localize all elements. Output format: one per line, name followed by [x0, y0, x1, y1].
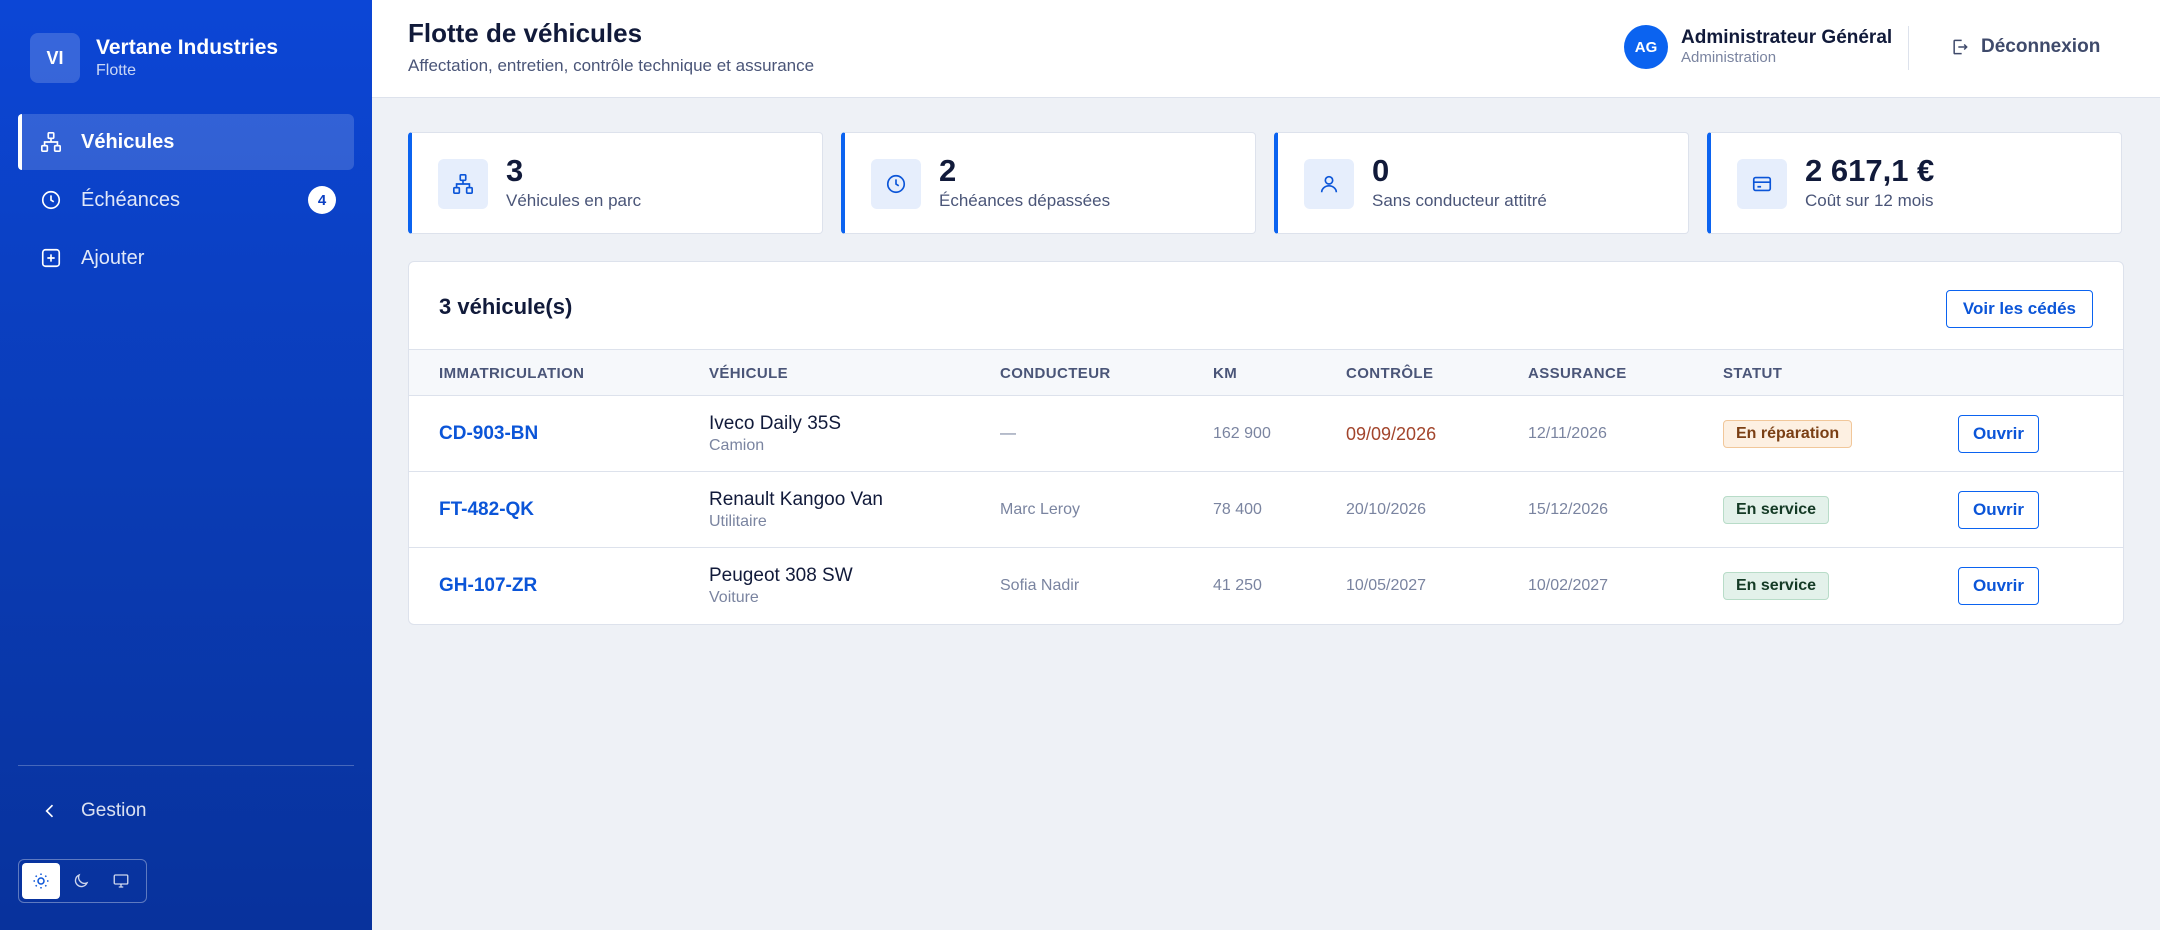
column-header[interactable]: VÉHICULE	[709, 365, 788, 382]
plate-link[interactable]: CD-903-BN	[439, 423, 538, 445]
table-row: GH-107-ZR Peugeot 308 SW Voiture Sofia N…	[409, 548, 2123, 624]
insurance-date: 12/11/2026	[1528, 425, 1607, 442]
stat-card-cout: 2 617,1 € Coût sur 12 mois	[1707, 132, 2122, 234]
clock-icon	[886, 174, 906, 194]
mileage: 162 900	[1213, 425, 1271, 442]
control-date: 20/10/2026	[1346, 501, 1427, 518]
echeances-count-badge: 4	[308, 186, 336, 214]
theme-system-button[interactable]	[102, 863, 140, 899]
vehicle-type: Camion	[709, 437, 765, 454]
sidebar-item-echeances[interactable]: Échéances 4	[18, 172, 354, 228]
column-header[interactable]: STATUT	[1723, 365, 1782, 382]
theme-switcher	[18, 859, 147, 903]
driver-name: Marc Leroy	[1000, 501, 1081, 518]
logout-label: Déconnexion	[1981, 36, 2101, 57]
insurance-date: 10/02/2027	[1528, 577, 1609, 594]
logout-icon	[1953, 39, 1968, 55]
mileage: 41 250	[1213, 577, 1262, 594]
sidebar-item-label: Ajouter	[81, 246, 145, 269]
user-profile[interactable]: AG Administrateur Général Administration	[1624, 25, 1892, 69]
sidebar-item-vehicules[interactable]: Véhicules	[18, 114, 354, 170]
stat-label: Échéances dépassées	[939, 191, 1111, 210]
stat-card-vehicules: 3 Véhicules en parc	[408, 132, 823, 234]
chevron-left-icon	[45, 804, 54, 818]
moon-icon	[74, 873, 89, 888]
stat-value: 0	[1372, 153, 1390, 188]
table-row: FT-482-QK Renault Kangoo Van Utilitaire …	[409, 472, 2123, 548]
vehicle-model: Renault Kangoo Van	[709, 489, 883, 510]
stat-label: Coût sur 12 mois	[1805, 191, 1934, 210]
control-date: 10/05/2027	[1346, 577, 1427, 594]
vehicles-table-card: 3 véhicule(s) Voir les cédés IMMATRICULA…	[408, 261, 2124, 625]
card-icon	[1752, 176, 1772, 192]
logout-button[interactable]: Déconnexion	[1950, 36, 2100, 58]
insurance-date: 15/12/2026	[1528, 501, 1609, 518]
sidebar: VI Vertane Industries Flotte Véhicules É…	[0, 0, 372, 930]
top-bar: Flotte de véhicules Affectation, entreti…	[372, 0, 2160, 98]
page-title: Flotte de véhicules	[408, 18, 643, 48]
clock-icon	[41, 190, 61, 210]
page-subtitle: Affectation, entretien, contrôle techniq…	[408, 56, 815, 75]
table-row: CD-903-BN Iveco Daily 35S Camion — 162 9…	[409, 396, 2123, 472]
column-header[interactable]: ASSURANCE	[1528, 365, 1627, 382]
driver-name: Sofia Nadir	[1000, 577, 1080, 594]
fleet-icon	[41, 132, 61, 152]
fleet-icon	[453, 174, 473, 194]
vehicle-type: Utilitaire	[709, 513, 767, 530]
vehicle-model: Peugeot 308 SW	[709, 565, 853, 586]
vehicle-model: Iveco Daily 35S	[709, 413, 842, 434]
table-title: 3 véhicule(s)	[439, 294, 573, 319]
sun-icon	[33, 873, 49, 889]
open-button[interactable]: Ouvrir	[1958, 415, 2040, 453]
table-header: IMMATRICULATION VÉHICULE CONDUCTEUR KM C…	[409, 349, 2123, 396]
column-header[interactable]: IMMATRICULATION	[439, 365, 584, 382]
column-header[interactable]: CONDUCTEUR	[1000, 365, 1111, 382]
stats-row: 3 Véhicules en parc 2 Échéances dépassée…	[408, 132, 2122, 234]
monitor-icon	[113, 874, 129, 888]
plate-link[interactable]: FT-482-QK	[439, 499, 534, 521]
stat-card-sans-conducteur: 0 Sans conducteur attitré	[1274, 132, 1689, 234]
stat-value: 3	[506, 153, 524, 188]
vehicle-type: Voiture	[709, 589, 759, 606]
status-badge: En service	[1723, 496, 1830, 524]
brand: VI Vertane Industries Flotte	[30, 33, 278, 83]
brand-name: Vertane Industries	[96, 36, 279, 59]
column-header[interactable]: CONTRÔLE	[1346, 365, 1433, 382]
view-ceded-button[interactable]: Voir les cédés	[1945, 290, 2093, 328]
sidebar-nav: Véhicules Échéances 4 Ajouter	[18, 114, 354, 288]
open-button[interactable]: Ouvrir	[1958, 567, 2040, 605]
user-role: Administration	[1681, 49, 1777, 66]
plus-square-icon	[41, 248, 61, 268]
column-header[interactable]: KM	[1213, 365, 1237, 382]
control-date-overdue: 09/09/2026	[1346, 423, 1437, 444]
status-badge: En service	[1723, 572, 1830, 600]
stat-label: Sans conducteur attitré	[1372, 191, 1547, 210]
header-divider	[1908, 26, 1909, 70]
user-name: Administrateur Général	[1681, 27, 1893, 48]
stat-value: 2 617,1 €	[1805, 153, 1935, 188]
sidebar-item-label: Échéances	[81, 188, 180, 211]
avatar: AG	[1624, 25, 1668, 69]
open-button[interactable]: Ouvrir	[1958, 491, 2040, 529]
user-icon	[1320, 175, 1338, 193]
stat-card-echeances: 2 Échéances dépassées	[841, 132, 1256, 234]
brand-logo: VI	[30, 33, 80, 83]
sidebar-item-ajouter[interactable]: Ajouter	[18, 230, 354, 286]
theme-light-button[interactable]	[22, 863, 60, 899]
brand-subtitle: Flotte	[96, 62, 137, 79]
status-badge: En réparation	[1723, 420, 1853, 448]
stat-value: 2	[939, 153, 957, 188]
stat-label: Véhicules en parc	[506, 191, 642, 210]
collapse-label: Gestion	[81, 800, 147, 821]
plate-link[interactable]: GH-107-ZR	[439, 575, 537, 597]
mileage: 78 400	[1213, 501, 1262, 518]
sidebar-divider	[18, 765, 354, 766]
theme-dark-button[interactable]	[62, 863, 100, 899]
driver-name: —	[1000, 425, 1016, 442]
collapse-gestion-button[interactable]: Gestion	[40, 800, 146, 822]
sidebar-item-label: Véhicules	[81, 130, 175, 153]
